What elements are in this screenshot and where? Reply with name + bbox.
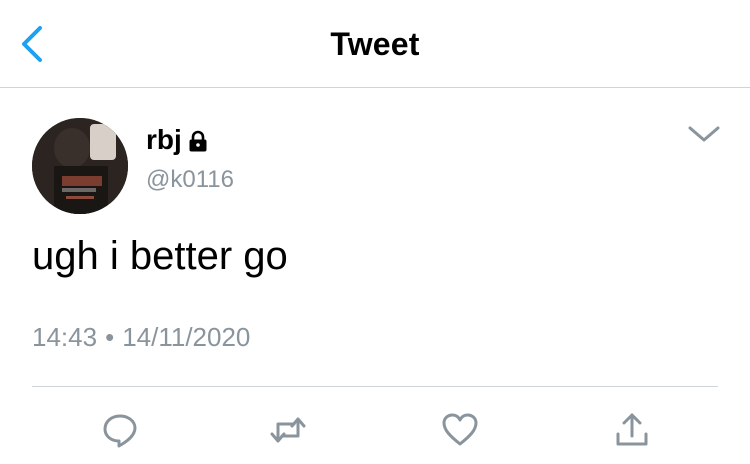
top-bar: Tweet: [0, 0, 750, 88]
lock-icon: [186, 128, 210, 152]
retweet-button[interactable]: [268, 410, 308, 450]
chevron-down-icon: [688, 126, 720, 142]
avatar[interactable]: [32, 118, 128, 214]
page-title: Tweet: [330, 26, 420, 62]
avatar-image: [32, 118, 128, 214]
tweet-text: ugh i better go: [32, 234, 288, 278]
divider: [32, 386, 718, 387]
reply-icon: [103, 414, 137, 448]
like-button[interactable]: [440, 410, 480, 450]
share-icon: [616, 413, 648, 446]
heart-icon: [442, 413, 478, 446]
retweet-icon: [270, 417, 306, 443]
tweet-menu-button[interactable]: [684, 120, 724, 148]
display-name-text: rbj: [146, 124, 182, 155]
reply-button[interactable]: [100, 410, 140, 450]
user-handle[interactable]: @k0116: [146, 166, 234, 194]
tweet-timestamp: 14:43 • 14/11/2020: [32, 322, 250, 353]
tweet-time: 14:43: [32, 322, 98, 352]
meta-separator: •: [105, 322, 115, 352]
display-name[interactable]: rbj: [146, 124, 210, 156]
share-button[interactable]: [612, 410, 652, 450]
tweet-date: 14/11/2020: [122, 322, 251, 352]
